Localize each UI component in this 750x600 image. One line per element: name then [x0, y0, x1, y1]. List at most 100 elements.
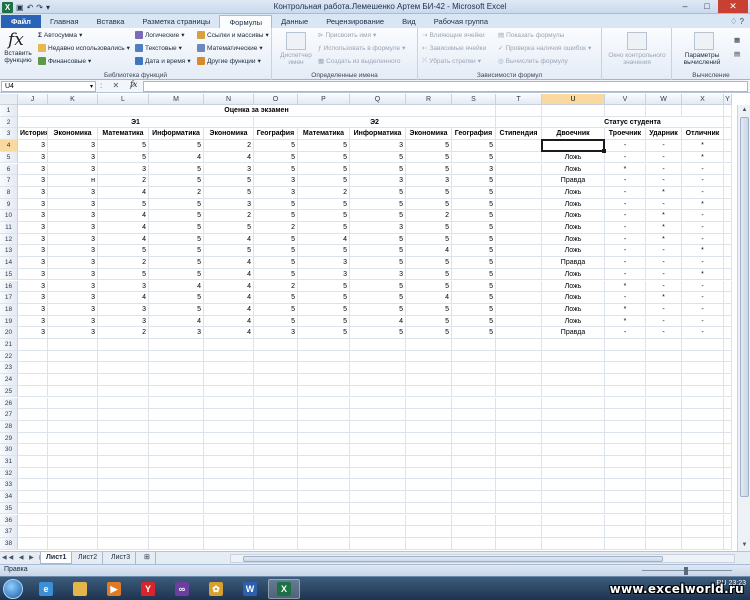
grade-cell[interactable]: 3 [18, 198, 48, 211]
cell[interactable] [724, 397, 732, 410]
row-header[interactable]: 30 [0, 444, 18, 456]
show-formulas-button[interactable]: ▤ Показать формулы [498, 31, 564, 40]
grade-cell[interactable]: 2 [204, 210, 254, 222]
cell[interactable] [149, 374, 204, 386]
grade-cell[interactable]: 5 [254, 233, 298, 246]
tab-8[interactable]: Рабочая группа [425, 15, 497, 28]
grade-cell[interactable]: 5 [452, 257, 496, 269]
trace-dependents-button[interactable]: ⇠ Зависимые ячейки [422, 44, 486, 53]
text-functions-button[interactable]: Текстовые ▾ [135, 44, 182, 52]
cell[interactable] [724, 327, 732, 339]
row-header[interactable]: 37 [0, 526, 18, 538]
help-icon[interactable]: ♢ ? [730, 15, 744, 28]
cell[interactable] [48, 397, 98, 410]
sheet-tab[interactable]: Лист1 [40, 552, 73, 564]
cell[interactable] [724, 315, 732, 328]
status-cell[interactable]: Ложь [542, 210, 605, 222]
grade-cell[interactable]: 5 [350, 186, 406, 199]
grade-cell[interactable]: 5 [254, 292, 298, 304]
cell[interactable] [298, 502, 350, 515]
column-header[interactable]: R [406, 94, 452, 105]
row-header[interactable]: 23 [0, 362, 18, 375]
column-header[interactable]: O [254, 94, 298, 105]
use-in-formula-button[interactable]: ƒ Использовать в формуле ▾ [318, 44, 405, 53]
cell[interactable] [350, 502, 406, 515]
status-cell[interactable]: - [605, 210, 646, 222]
grade-cell[interactable]: 3 [98, 280, 149, 293]
cell[interactable] [496, 105, 542, 117]
grade-cell[interactable]: 3 [48, 210, 98, 222]
cell[interactable] [149, 339, 204, 351]
status-cell[interactable]: Правда [542, 175, 605, 187]
cell[interactable] [18, 444, 48, 456]
insert-function-icon[interactable]: fx [8, 30, 24, 50]
cell[interactable] [254, 362, 298, 375]
taskbar-vs[interactable]: ∞ [166, 579, 198, 599]
cell[interactable] [646, 456, 682, 468]
grade-cell[interactable]: 3 [18, 315, 48, 328]
cell[interactable] [682, 514, 724, 527]
status-cell[interactable]: - [605, 175, 646, 187]
taskbar-media[interactable]: ▶ [98, 579, 130, 599]
status-cell[interactable]: * [682, 245, 724, 258]
grade-cell[interactable]: 5 [204, 222, 254, 234]
grade-cell[interactable]: 5 [452, 198, 496, 211]
status-cell[interactable]: - [682, 210, 724, 222]
cell[interactable] [18, 502, 48, 515]
grade-cell[interactable]: 3 [48, 245, 98, 258]
grade-cell[interactable]: 5 [149, 233, 204, 246]
cell[interactable] [18, 432, 48, 445]
cell[interactable] [149, 362, 204, 375]
taskbar-word[interactable]: W [234, 579, 266, 599]
cell[interactable] [496, 350, 542, 363]
grade-cell[interactable]: 5 [452, 315, 496, 328]
status-cell[interactable]: Ложь [542, 268, 605, 281]
cell[interactable] [149, 432, 204, 445]
grade-cell[interactable]: 4 [98, 210, 149, 222]
status-cell[interactable]: * [682, 198, 724, 211]
cell[interactable] [98, 432, 149, 445]
grade-cell[interactable]: 5 [406, 315, 452, 328]
cell[interactable] [496, 362, 542, 375]
column-header[interactable]: L [98, 94, 149, 105]
status-cell[interactable]: - [646, 257, 682, 269]
cell[interactable] [605, 514, 646, 527]
cell[interactable] [496, 432, 542, 445]
row-header[interactable]: 7 [0, 175, 18, 187]
sheet-tab[interactable]: Лист2 [73, 552, 104, 564]
cell[interactable] [149, 526, 204, 538]
cell[interactable] [682, 339, 724, 351]
minimize-icon[interactable]: – [674, 0, 696, 13]
row-header[interactable]: 38 [0, 537, 18, 550]
grade-cell[interactable]: 5 [98, 268, 149, 281]
cell[interactable] [350, 456, 406, 468]
column-header[interactable]: X [682, 94, 724, 105]
cell[interactable] [724, 140, 732, 152]
undo-icon[interactable]: ↶ [27, 3, 34, 12]
tab-5[interactable]: Данные [272, 15, 317, 28]
cell[interactable] [724, 444, 732, 456]
cell[interactable] [18, 537, 48, 550]
zoom-knob[interactable] [684, 567, 688, 575]
cell[interactable] [406, 526, 452, 538]
grade-cell[interactable]: 2 [98, 327, 149, 339]
grade-cell[interactable]: 5 [254, 210, 298, 222]
grade-cell[interactable]: 3 [18, 151, 48, 164]
status-cell[interactable]: * [646, 233, 682, 246]
row-header[interactable]: 13 [0, 245, 18, 258]
grade-cell[interactable]: 3 [298, 257, 350, 269]
cell[interactable] [646, 374, 682, 386]
cell[interactable] [48, 467, 98, 480]
cell[interactable] [98, 339, 149, 351]
grade-cell[interactable]: 3 [254, 186, 298, 199]
grade-cell[interactable]: 5 [452, 222, 496, 234]
row-header[interactable]: 3 [0, 128, 18, 141]
cell[interactable] [406, 502, 452, 515]
status-cell[interactable]: * [646, 186, 682, 199]
grade-cell[interactable]: 5 [98, 198, 149, 211]
status-cell[interactable]: - [605, 151, 646, 164]
cell[interactable] [149, 514, 204, 527]
grade-cell[interactable]: 5 [298, 280, 350, 293]
grade-cell[interactable]: 3 [48, 151, 98, 164]
grade-cell[interactable]: 5 [406, 222, 452, 234]
